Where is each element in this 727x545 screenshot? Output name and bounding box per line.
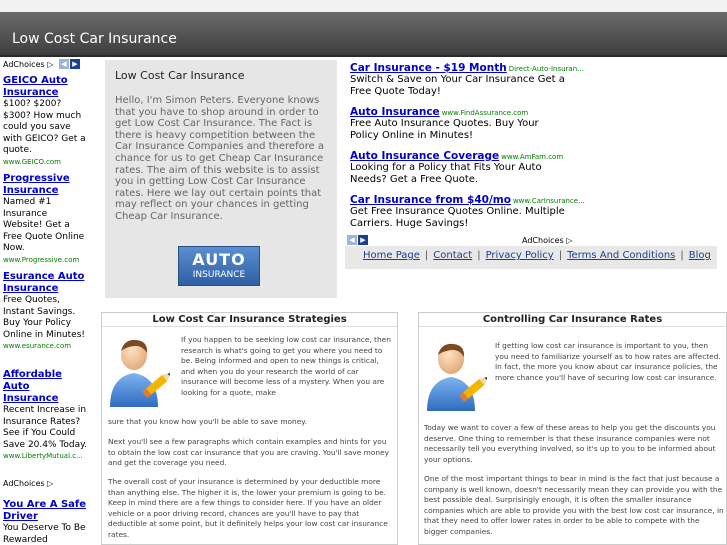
nav-link-home[interactable]: Home Page	[363, 250, 420, 261]
ad-body: You Deserve To Be Rewarded	[3, 523, 86, 545]
ad-title-row[interactable]: Car Insurance - $19 Month Direct-Auto-Ins…	[350, 62, 584, 74]
adchoices-icon[interactable]: ▷	[47, 60, 53, 69]
ad-title[interactable]: GEICO Auto Insurance	[3, 75, 87, 99]
ad-body: Named #1 Insurance Website! Get a Free Q…	[3, 197, 85, 254]
ad-url[interactable]: www.CarInsurance...	[513, 197, 585, 205]
ad-title[interactable]: Car Insurance from $40/mo	[350, 194, 511, 206]
adchoices-label-2[interactable]: AdChoices ▷	[3, 479, 53, 488]
adchoices-text[interactable]: AdChoices	[522, 236, 564, 245]
ad-prev-button[interactable]: ◀	[59, 59, 69, 69]
auto-insurance-logo[interactable]: AUTO INSURANCE	[178, 246, 260, 286]
ad-title[interactable]: Affordable Auto Insurance	[3, 369, 87, 405]
adchoices-icon[interactable]: ▷	[47, 479, 53, 488]
adchoices-icon[interactable]: ▷	[566, 236, 572, 245]
ad-body: Get Free Insurance Quotes Online. Multip…	[350, 206, 565, 230]
right-ad-40-mo[interactable]: Car Insurance from $40/mo www.CarInsuranc…	[350, 194, 585, 231]
ad-next-button[interactable]: ▶	[70, 59, 80, 69]
ad-url[interactable]: www.esurance.com	[3, 341, 87, 351]
intro-title: Low Cost Car Insurance	[115, 69, 245, 82]
ad-title[interactable]: Esurance Auto Insurance	[3, 271, 87, 295]
ad-url[interactable]: www.Progressive.com	[3, 255, 87, 265]
intro-box: Low Cost Car Insurance Hello, I'm Simon …	[105, 60, 337, 298]
ad-title[interactable]: Auto Insurance Coverage	[350, 150, 499, 162]
site-header: Low Cost Car Insurance	[0, 12, 727, 57]
right-ad-19-month[interactable]: Car Insurance - $19 Month Direct-Auto-Ins…	[350, 62, 584, 99]
nav-separator: |	[680, 250, 684, 261]
left-ad-progressive[interactable]: Progressive Insurance Named #1 Insurance…	[3, 173, 87, 265]
ad-title[interactable]: You Are A Safe Driver	[3, 499, 87, 523]
adchoices-text[interactable]: AdChoices	[3, 60, 45, 69]
article-paragraph: Today we want to cover a few of these ar…	[424, 423, 716, 464]
nav-separator: |	[424, 250, 429, 261]
nav-link-contact[interactable]: Contact	[433, 250, 472, 261]
ad-title-row[interactable]: Auto Insurance Coverage www.AmFam.com	[350, 150, 570, 162]
left-ad-esurance[interactable]: Esurance Auto Insurance Free Quotes, Ins…	[3, 271, 87, 351]
ad-url[interactable]: www.AmFam.com	[501, 153, 563, 161]
nav-separator: |	[477, 250, 481, 261]
ad-body: Looking for a Policy that Fits Your Auto…	[350, 162, 542, 186]
ad-body: $100? $200? $300? How much could you sav…	[3, 99, 86, 156]
article-title: Low Cost Car Insurance Strategies	[102, 313, 397, 327]
left-ad-liberty[interactable]: Affordable Auto Insurance Recent Increas…	[3, 369, 87, 461]
intro-text: Hello, I'm Simon Peters. Everyone knows …	[115, 95, 325, 222]
logo-text-auto: AUTO	[192, 250, 246, 269]
left-ad-safe-driver[interactable]: You Are A Safe Driver You Deserve To Be …	[3, 499, 87, 545]
ad-next-button[interactable]: ▶	[358, 235, 368, 245]
ad-url[interactable]: www.LibertyMutual.c...	[3, 451, 87, 461]
article-paragraph: The overall cost of your insurance is de…	[108, 477, 388, 539]
ad-body: Recent Increase in Insurance Rates? See …	[3, 405, 88, 450]
ad-title-row[interactable]: Car Insurance from $40/mo www.CarInsuranc…	[350, 194, 585, 206]
nav-link-terms[interactable]: Terms And Conditions	[567, 250, 675, 261]
ad-body: Switch & Save on Your Car Insurance Get …	[350, 74, 565, 98]
article-paragraph: sure that you know how you'll be able to…	[108, 417, 307, 426]
article-title: Controlling Car Insurance Rates	[419, 313, 726, 327]
ad-url[interactable]: www.FindAssurance.com	[442, 109, 529, 117]
person-editing-icon	[427, 343, 487, 411]
right-ad-auto-insurance[interactable]: Auto Insurance www.FindAssurance.com Free…	[350, 106, 570, 143]
adchoices-text[interactable]: AdChoices	[3, 479, 45, 488]
footer-nav: Home Page | Contact | Privacy Policy | Terms A…	[345, 246, 717, 269]
left-ad-geico[interactable]: GEICO Auto Insurance $100? $200? $300? H…	[3, 75, 87, 167]
logo-text-insurance: INSURANCE	[192, 270, 246, 280]
nav-separator: |	[558, 250, 563, 261]
ad-title[interactable]: Auto Insurance	[350, 106, 440, 118]
ad-nav-buttons: ◀ ▶	[59, 59, 80, 69]
adchoices-label[interactable]: AdChoices ▷	[3, 60, 53, 69]
article-paragraph: If you happen to be seeking low cost car…	[181, 335, 391, 397]
right-ad-coverage[interactable]: Auto Insurance Coverage www.AmFam.com Loo…	[350, 150, 570, 187]
article-controlling-rates: Controlling Car Insurance Rates If getti…	[418, 312, 727, 545]
ad-body: Free Auto Insurance Quotes. Buy Your Pol…	[350, 118, 539, 142]
top-strip	[0, 0, 727, 12]
nav-link-blog[interactable]: Blog	[689, 250, 711, 261]
ad-url[interactable]: www.GEICO.com	[3, 157, 87, 167]
article-paragraph: If getting low cost car insurance is imp…	[495, 341, 721, 382]
ad-body: Free Quotes, Instant Savings. Buy Your P…	[3, 295, 85, 340]
footer-nav-links: Home Page | Contact | Privacy Policy | Terms A…	[363, 250, 711, 261]
right-ad-nav-buttons: ◀ ▶	[347, 235, 368, 245]
ad-title[interactable]: Progressive Insurance	[3, 173, 87, 197]
person-editing-icon	[110, 339, 170, 407]
article-paragraph: One of the most important things to bear…	[424, 474, 724, 536]
article-strategies: Low Cost Car Insurance Strategies If you…	[101, 312, 398, 545]
ad-title[interactable]: Car Insurance - $19 Month	[350, 62, 507, 74]
ad-url[interactable]: Direct-Auto-Insuran...	[509, 65, 584, 73]
ad-prev-button[interactable]: ◀	[347, 235, 357, 245]
article-paragraph: Next you'll see a few paragraphs which c…	[108, 437, 390, 468]
site-title[interactable]: Low Cost Car Insurance	[12, 31, 177, 47]
nav-link-privacy[interactable]: Privacy Policy	[486, 250, 554, 261]
ad-title-row[interactable]: Auto Insurance www.FindAssurance.com	[350, 106, 570, 118]
left-ad-column: AdChoices ▷ ◀ ▶ GEICO Auto Insurance $10…	[0, 57, 90, 545]
adchoices-label-right[interactable]: AdChoices ▷	[522, 236, 572, 245]
